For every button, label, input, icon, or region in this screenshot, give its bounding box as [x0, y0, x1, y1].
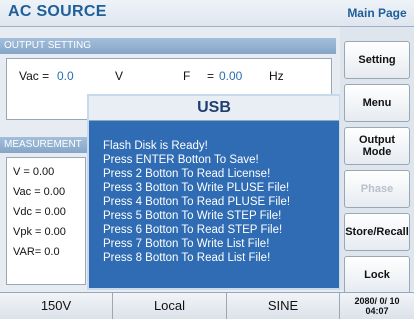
usb-dialog-title: USB — [89, 96, 339, 121]
frequency-label: F — [183, 69, 191, 83]
usb-message-line: Press 2 Botton To Read License! — [103, 168, 271, 180]
clock-date: 2080/ 0/ 10 — [354, 296, 400, 306]
output-mode-button[interactable]: Output Mode — [344, 127, 410, 165]
waveform-status: SINE — [227, 293, 340, 319]
measurement-panel: V = 0.00 Vac = 0.00 Vdc = 0.00 Vpk = 0.0… — [6, 157, 86, 285]
vac-unit: V — [115, 69, 124, 83]
status-bar: 150V Local SINE 2080/ 0/ 10 04:07 — [0, 292, 414, 319]
usb-message-line: Flash Disk is Ready! — [103, 140, 208, 152]
output-setting-header: OUTPUT SETTING — [0, 38, 336, 54]
usb-message-line: Press 7 Botton To Write List File! — [103, 238, 270, 250]
usb-message-line: Press 4 Botton To Read PLUSE File! — [103, 196, 291, 208]
menu-button[interactable]: Menu — [344, 84, 410, 122]
clock: 2080/ 0/ 10 04:07 — [340, 293, 414, 319]
setting-button[interactable]: Setting — [344, 41, 410, 79]
vac-label: Vac = — [19, 69, 50, 83]
softkey-sidebar: Setting Menu Output Mode Phase Store/Rec… — [340, 27, 414, 294]
app-title: AC SOURCE — [8, 3, 107, 20]
screen: AC SOURCE Main Page OUTPUT SETTING Vac =… — [0, 0, 414, 319]
lock-button[interactable]: Lock — [344, 256, 410, 294]
measurement-header: MEASUREMENT — [0, 137, 88, 153]
vac-setting-value[interactable]: 0.0 — [57, 69, 74, 83]
usb-message-line: Press ENTER Botton To Save! — [103, 154, 259, 166]
clock-time: 04:07 — [365, 306, 389, 316]
usb-message-line: Press 8 Botton To Read List File! — [103, 252, 271, 264]
usb-message-line: Press 5 Botton To Write STEP File! — [103, 210, 282, 222]
control-mode-status: Local — [113, 293, 227, 319]
range-status: 150V — [0, 293, 113, 319]
store-recall-button[interactable]: Store/Recall — [344, 213, 410, 251]
title-bar: AC SOURCE — [0, 0, 340, 27]
frequency-equals: = — [207, 69, 215, 83]
measurement-row: Vdc = 0.00 — [13, 206, 66, 218]
measurement-row: VAR= 0.0 — [13, 246, 60, 258]
measurement-row: V = 0.00 — [13, 166, 55, 178]
frequency-unit: Hz — [269, 69, 284, 83]
measurement-row: Vpk = 0.00 — [13, 226, 66, 238]
phase-button[interactable]: Phase — [344, 170, 410, 208]
measurement-row: Vac = 0.00 — [13, 186, 66, 198]
usb-message-line: Press 3 Botton To Write PLUSE File! — [103, 182, 290, 194]
frequency-setting-value[interactable]: 0.00 — [219, 69, 242, 83]
usb-message-line: Press 6 Botton To Read STEP File! — [103, 224, 283, 236]
usb-dialog: USB Flash Disk is Ready! Press ENTER Bot… — [87, 94, 341, 290]
page-title: Main Page — [340, 0, 414, 27]
